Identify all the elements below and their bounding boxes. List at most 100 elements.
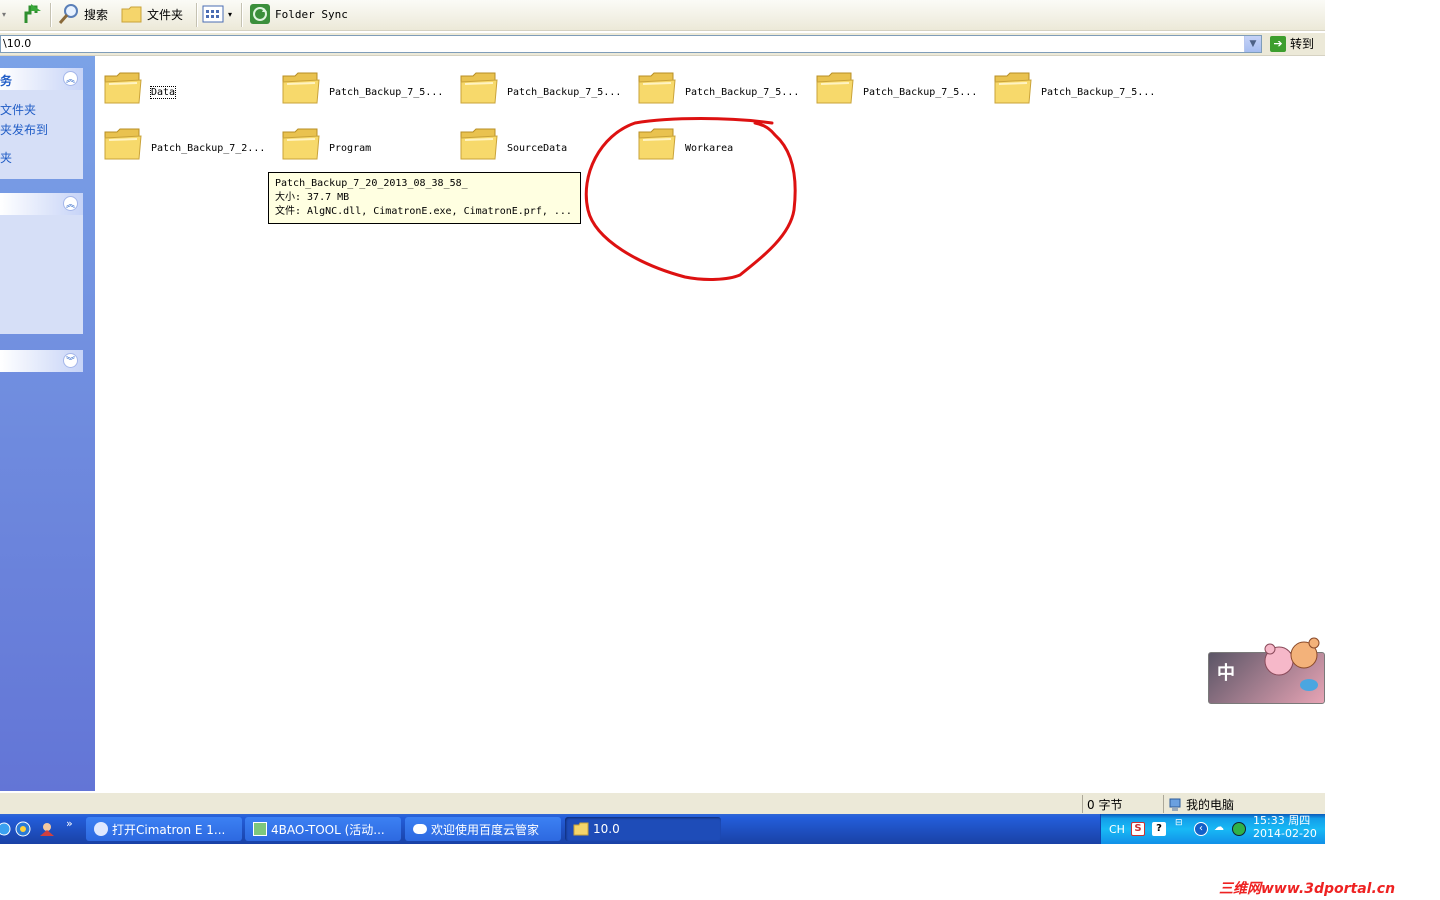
toolbar-separator [50,3,52,27]
task-panel-folder-tasks: 务 ︽ 文件夹 夹发布到 夹 [0,68,83,179]
folder-item[interactable]: Patch_Backup_7_5... [629,64,799,112]
app-icon [253,822,267,836]
folder-item[interactable]: Patch_Backup_7_5... [451,64,621,112]
panel-header[interactable]: 务 ︽ [0,68,83,90]
back-dropdown[interactable]: ▾ [2,2,6,26]
folder-item[interactable]: Patch_Backup_7_5... [985,64,1155,112]
panel-link-new-folder[interactable]: 文件夹 [0,101,36,118]
up-button[interactable] [22,2,44,26]
status-size-text: 0 字节 [1087,798,1123,812]
folder-icon [460,128,498,160]
bear-mascot-icon [1264,637,1320,691]
folder-name: Patch_Backup_7_5... [507,87,622,98]
search-icon [58,4,78,24]
folder-up-icon [24,4,41,23]
quicklaunch-ie-icon[interactable] [0,822,12,836]
go-button[interactable]: ➔ 转到 [1270,35,1314,52]
toolbar-separator [196,3,198,27]
chevron-down-icon: ▾ [228,9,233,19]
task-label: 10.0 [593,822,620,836]
folder-item[interactable]: Data [95,64,265,112]
chevron-left-icon[interactable]: ‹ [1194,822,1208,836]
search-button[interactable]: 搜索 [58,2,108,26]
tray-options-icon[interactable]: ⊟ [1175,818,1183,828]
panel-link-share[interactable]: 夹 [0,149,12,166]
views-button[interactable]: ▾ [202,2,232,26]
tooltip-name: Patch_Backup_7_20_2013_08_38_58_ [275,178,468,189]
taskbar-button-4bao[interactable]: 4BAO-TOOL (活动... [245,817,401,841]
folder-icon [638,72,676,104]
clock[interactable]: 15:33 周四 2014-02-20 [1253,814,1317,840]
address-input[interactable]: \10.0 ▼ [0,35,1262,53]
folder-name: Patch_Backup_7_5... [685,87,800,98]
security-tray-icon[interactable] [1232,822,1246,836]
status-location-text: 我的电脑 [1186,798,1235,812]
language-indicator[interactable]: CH [1109,823,1125,836]
task-label: 打开Cimatron E 1... [112,822,226,837]
task-label: 4BAO-TOOL (活动... [271,822,385,837]
taskbar-button-cimatron[interactable]: 打开Cimatron E 1... [86,817,242,841]
arrow-right-icon: ➔ [1270,35,1286,52]
folder-item[interactable]: Program [273,120,443,168]
folder-icon [816,72,854,104]
address-path: \10.0 [3,37,32,50]
help-icon[interactable]: ? [1152,822,1166,836]
folder-icon [460,72,498,104]
ime-status-widget[interactable]: 中 [1208,637,1325,704]
view-grid-icon [202,5,224,23]
folders-button[interactable]: 文件夹 [121,2,183,26]
quicklaunch-overflow-icon[interactable]: » [66,817,73,830]
folder-sync-label: Folder Sync [275,7,348,21]
status-bar: 0 字节 我的电脑 [0,792,1325,815]
status-size: 0 字节 [1087,796,1122,813]
site-watermark: 三维网www.3dportal.cn [1219,881,1396,897]
search-label: 搜索 [84,7,109,22]
folder-sync-button[interactable]: Folder Sync [249,2,348,26]
quicklaunch-app-icon[interactable] [38,821,56,837]
collapse-up-icon[interactable]: ︽ [63,71,78,86]
panel-header[interactable]: ︽ [0,193,83,215]
baidu-cloud-tray-icon[interactable]: ☁ [1214,822,1228,836]
panel-header[interactable]: ︾ [0,350,83,372]
clock-date: 2014-02-20 [1253,827,1317,840]
folder-icon [121,6,142,23]
collapse-up-icon[interactable]: ︽ [63,196,78,211]
folder-icon [104,72,142,104]
folder-name: Patch_Backup_7_5... [863,87,978,98]
system-tray: CH S ? ⊟ ‹ ☁ 15:33 周四 2014-02-20 [1100,814,1325,844]
chevron-down-icon: ▼ [1249,39,1257,49]
sogou-ime-icon[interactable]: S [1131,822,1145,836]
folder-icon [573,822,589,836]
folder-tooltip: Patch_Backup_7_20_2013_08_38_58_ 大小: 37.… [268,172,581,224]
taskbar-button-baidu[interactable]: 欢迎使用百度云管家 [405,817,561,841]
quicklaunch-browser-icon[interactable] [15,821,31,837]
folder-item[interactable]: Patch_Backup_7_2... [95,120,265,168]
address-dropdown[interactable]: ▼ [1244,36,1261,52]
panel-title: 务 [0,74,13,88]
clock-time: 15:33 周四 [1253,814,1311,827]
folder-icon [282,72,320,104]
folder-name: Program [329,143,372,154]
tooltip-files: 文件: AlgNC.dll, CimatronE.exe, CimatronE.… [275,206,572,217]
folder-item[interactable]: Patch_Backup_7_5... [273,64,443,112]
address-bar: \10.0 ▼ ➔ 转到 [0,33,1325,56]
go-label: 转到 [1290,37,1315,51]
folder-name: Patch_Backup_7_5... [329,87,444,98]
task-pane: 务 ︽ 文件夹 夹发布到 夹 ︽ ︾ [0,56,95,791]
sync-icon [250,4,270,24]
toolbar-separator [241,3,243,27]
status-separator [1163,795,1164,813]
panel-link-publish[interactable]: 夹发布到 [0,121,48,138]
folder-item[interactable]: Patch_Backup_7_5... [807,64,977,112]
tooltip-size: 大小: 37.7 MB [275,192,350,203]
taskbar-button-explorer[interactable]: 10.0 [565,817,721,841]
app-icon [94,822,108,836]
expand-down-icon[interactable]: ︾ [63,353,78,368]
computer-icon [1169,798,1181,811]
ime-mode-char: 中 [1217,663,1235,684]
status-location: 我的电脑 [1168,796,1234,813]
folders-label: 文件夹 [147,7,184,22]
folder-name: Patch_Backup_7_2... [151,143,266,154]
folder-name: Patch_Backup_7_5... [1041,87,1156,98]
taskbar: » 打开Cimatron E 1... 4BAO-TOOL (活动... 欢迎使… [0,814,1325,844]
